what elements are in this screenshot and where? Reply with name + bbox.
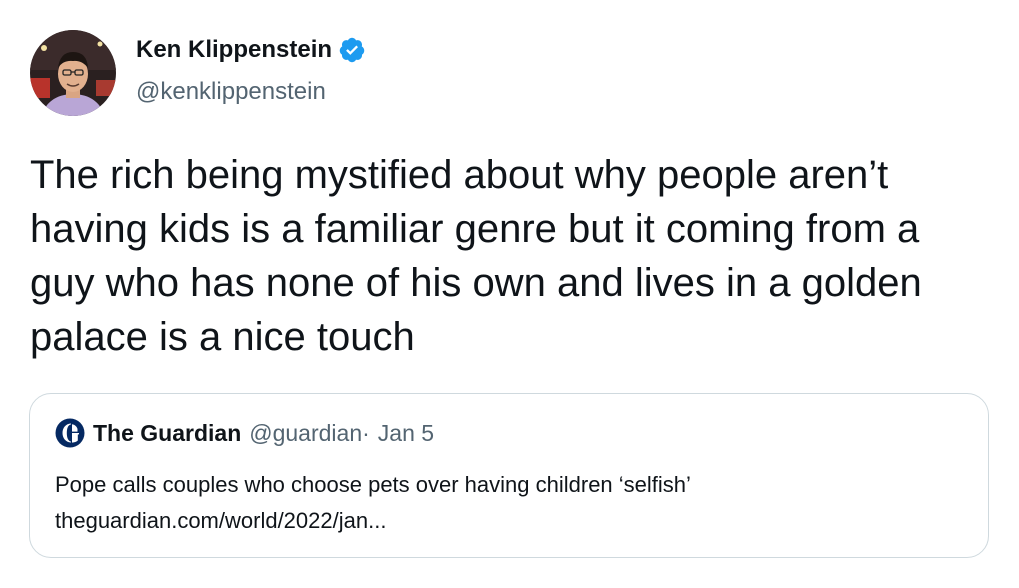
tweet-card: Ken Klippenstein @kenklippenstein The ri… (0, 0, 1019, 588)
quoted-tweet-link[interactable]: theguardian.com/world/2022/jan... (55, 504, 386, 538)
tweet-text: The rich being mystified about why peopl… (30, 153, 922, 359)
quoted-tweet-header: The Guardian @guardian · Jan 5 (55, 418, 434, 448)
quoted-author-handle: @guardian (249, 419, 363, 446)
author-handle[interactable]: @kenklippenstein (136, 78, 326, 106)
separator-dot: · (362, 419, 370, 446)
quoted-tweet-date: Jan 5 (377, 419, 435, 446)
quoted-tweet[interactable]: The Guardian @guardian · Jan 5 Pope call… (29, 393, 989, 558)
author-name[interactable]: Ken Klippenstein (136, 36, 332, 64)
avatar-photo (30, 30, 116, 116)
quoted-author-name: The Guardian (93, 419, 242, 446)
guardian-logo-icon (55, 418, 85, 448)
author-name-row: Ken Klippenstein (136, 36, 366, 64)
quoted-tweet-text: Pope calls couples who choose pets over … (55, 472, 691, 497)
author-avatar[interactable] (30, 30, 116, 116)
verified-badge-icon (338, 36, 366, 64)
